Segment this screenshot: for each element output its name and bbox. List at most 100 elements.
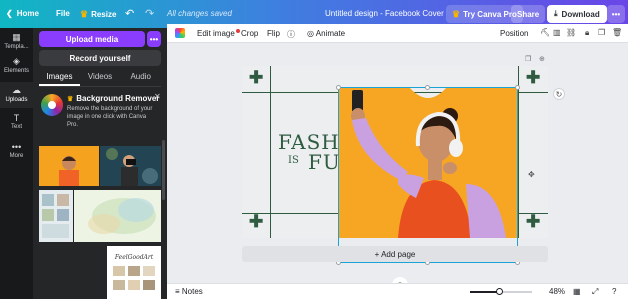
zoom-slider[interactable]: [470, 288, 532, 295]
upload-thumbnail-3[interactable]: [39, 190, 73, 242]
animate-icon: ◎: [307, 29, 316, 38]
rail-templates[interactable]: ▦ Templa...: [0, 30, 33, 54]
notes-label: Notes: [181, 287, 203, 296]
upload-more-button[interactable]: •••: [147, 31, 161, 47]
upload-thumbnail-5[interactable]: [39, 246, 73, 299]
document-title[interactable]: Untitled design - Facebook Cover: [325, 9, 444, 18]
move-icon[interactable]: ✥: [528, 170, 535, 179]
flip-button[interactable]: Flip: [267, 29, 280, 38]
duplicate-page-icon[interactable]: ❐: [525, 55, 531, 63]
context-toolbar: Edit image Crop Flip ⓘ ◎ Animate Positio…: [167, 24, 628, 43]
more-options-button[interactable]: •••: [607, 5, 625, 23]
home-label: Home: [16, 9, 39, 18]
duplicate-icon[interactable]: ❐: [598, 28, 605, 37]
tab-audio[interactable]: Audio: [120, 70, 161, 86]
bottom-bar: ≡ Notes 48% ▦ ⤢ ?: [167, 283, 628, 299]
animate-button[interactable]: ◎ Animate: [307, 29, 345, 38]
upload-thumbnail-1[interactable]: [39, 146, 99, 186]
guide-line-left: [270, 66, 271, 238]
resize-handle[interactable]: [515, 85, 520, 90]
media-tabs: Images Videos Audio: [39, 70, 161, 86]
crown-icon: ♛: [80, 9, 89, 19]
background-remover-promo[interactable]: ♛ Background Remover Remove the backgroun…: [39, 92, 161, 134]
download-icon: ⤓: [554, 9, 558, 18]
resize-handle[interactable]: [336, 85, 341, 90]
paint-roller-icon[interactable]: ⛏: [540, 28, 550, 37]
tab-images[interactable]: Images: [39, 70, 80, 86]
upload-thumbnail-6[interactable]: FeelGoodArt: [107, 246, 161, 299]
zoom-level[interactable]: 48%: [549, 287, 565, 296]
crown-icon: ♛: [67, 96, 74, 103]
zoom-slider-knob[interactable]: [496, 288, 504, 295]
info-icon[interactable]: ⓘ: [287, 29, 295, 40]
background-remover-icon: [41, 94, 63, 116]
elements-icon: ◈: [13, 56, 20, 66]
trash-icon[interactable]: 🗑︎: [612, 28, 622, 37]
download-label: Download: [561, 9, 600, 19]
link-icon[interactable]: ⛓: [566, 28, 576, 37]
edit-image-button[interactable]: Edit image: [197, 29, 240, 38]
file-menu[interactable]: File: [56, 9, 70, 18]
upload-media-button[interactable]: Upload media: [39, 31, 145, 47]
plus-ornament-icon: ✚: [249, 68, 264, 87]
add-page-button[interactable]: + Add page: [242, 246, 548, 262]
thumbnail-watercolor: [74, 190, 161, 242]
grid-view-icon[interactable]: ▦: [573, 287, 581, 296]
thumbnail-collage: [39, 190, 73, 242]
rail-elements[interactable]: ◈ Elements: [0, 54, 33, 80]
guide-line-right: [518, 66, 519, 238]
resize-button[interactable]: ♛ Resize: [80, 9, 116, 20]
rail-more-label: More: [9, 153, 24, 159]
edit-image-label: Edit image: [197, 29, 235, 38]
panel-scrollbar[interactable]: [162, 140, 165, 200]
headline-word-is: IS: [288, 155, 299, 166]
share-button[interactable]: Share: [511, 5, 546, 23]
redo-icon[interactable]: ↷: [145, 7, 154, 20]
transparency-icon[interactable]: ▥: [553, 28, 561, 37]
add-page-icon[interactable]: ⊕: [539, 55, 545, 63]
rail-text[interactable]: T Text: [0, 110, 33, 136]
upload-thumbnail-4[interactable]: [74, 190, 161, 242]
fullscreen-icon[interactable]: ⤢: [592, 287, 598, 297]
home-button[interactable]: ❮ Home: [6, 9, 39, 18]
promo-title-text: Background Remover: [76, 94, 160, 103]
plus-ornament-icon: ✚: [526, 212, 541, 231]
close-icon[interactable]: ✕: [154, 92, 161, 101]
rail-templates-label: Templa...: [4, 44, 29, 50]
crop-button[interactable]: Crop: [241, 29, 258, 38]
lock-icon[interactable]: 🔒︎: [585, 28, 589, 38]
promo-title: ♛ Background Remover: [67, 94, 159, 103]
save-status: All changes saved: [167, 9, 232, 18]
more-icon: •••: [11, 142, 22, 152]
template-icon: ▦: [12, 32, 21, 42]
rail-uploads[interactable]: ☁ Uploads: [0, 82, 33, 108]
upload-cloud-icon: ☁: [12, 85, 21, 95]
text-icon: T: [13, 113, 20, 123]
rail-text-label: Text: [10, 124, 22, 130]
help-icon[interactable]: ?: [612, 287, 616, 296]
plus-ornament-icon: ✚: [526, 68, 541, 87]
crown-icon: ♛: [452, 8, 461, 19]
plus-ornament-icon: ✚: [249, 212, 264, 231]
rail-elements-label: Elements: [3, 68, 29, 74]
thumbnail-photographer: [100, 146, 161, 186]
selection-box: [338, 87, 518, 263]
chevron-left-icon: ❮: [6, 9, 13, 18]
undo-icon[interactable]: ↶: [125, 7, 134, 20]
thumbnail-woman-selfie: [39, 146, 99, 186]
color-picker-icon[interactable]: [175, 28, 185, 38]
position-button[interactable]: Position: [500, 29, 528, 38]
animate-label: Animate: [315, 29, 346, 38]
rail-more[interactable]: ••• More: [0, 140, 33, 166]
resize-label: Resize: [91, 10, 117, 19]
try-pro-label: Try Canva Pro: [463, 9, 517, 19]
thumbnail-art-grid: [113, 266, 155, 290]
record-yourself-button[interactable]: Record yourself: [39, 50, 161, 66]
download-button[interactable]: ⤓ Download: [547, 5, 607, 23]
rotate-icon[interactable]: ↻: [553, 88, 565, 100]
upload-thumbnail-2[interactable]: [100, 146, 161, 186]
notes-button[interactable]: ≡ Notes: [175, 287, 203, 296]
resize-handle[interactable]: [425, 85, 430, 90]
tab-videos[interactable]: Videos: [80, 70, 121, 86]
promo-description: Remove the background of your image in o…: [67, 106, 153, 128]
